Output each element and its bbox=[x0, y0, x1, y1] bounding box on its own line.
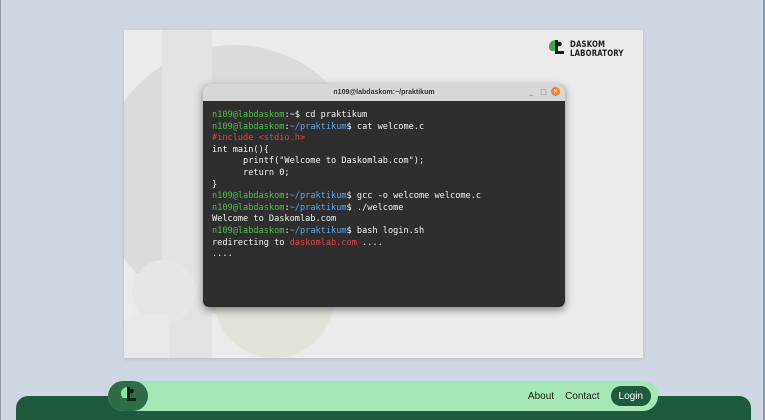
login-button[interactable]: Login bbox=[610, 386, 651, 406]
terminal-segment: n109@labdaskom bbox=[212, 110, 285, 120]
terminal-output: n109@labdaskom:~$ cd praktikum n109@labda… bbox=[203, 101, 565, 270]
terminal-segment: $ gcc -o welcome welcome.c bbox=[346, 191, 482, 202]
terminal-line: int main(){ bbox=[212, 145, 556, 157]
minimize-icon[interactable]: _ bbox=[527, 87, 536, 96]
terminal-segment: ~/praktikum bbox=[289, 225, 347, 236]
about-link[interactable]: About bbox=[528, 391, 554, 402]
terminal-titlebar: n109@labdaskom:~/praktikum _ □ × bbox=[203, 84, 565, 101]
terminal-segment: $ bash login.sh bbox=[346, 225, 425, 236]
navbar: About Contact Login bbox=[108, 381, 658, 411]
terminal-segment: ~/praktikum bbox=[289, 202, 347, 213]
terminal-segment: daskomlab.com bbox=[289, 237, 357, 248]
terminal-line: redirecting to daskomlab.com .... bbox=[212, 238, 556, 250]
terminal-segment: #include <stdio.h> bbox=[212, 133, 306, 144]
terminal-segment: .... bbox=[356, 237, 383, 248]
terminal-line: } bbox=[212, 180, 556, 192]
terminal-segment: :~$ cd praktikum bbox=[284, 110, 368, 120]
daskom-logo-icon bbox=[546, 37, 566, 62]
terminal-segment: return 0; bbox=[212, 167, 290, 178]
brand-name: DASKOM LABORATORY bbox=[569, 39, 624, 59]
terminal-segment: printf("Welcome to Daskomlab.com"); bbox=[212, 156, 425, 167]
terminal-line: printf("Welcome to Daskomlab.com"); bbox=[212, 156, 556, 168]
terminal-line: n109@labdaskom:~/praktikum$ bash login.s… bbox=[212, 226, 556, 238]
terminal-line: n109@labdaskom:~$ cd praktikum bbox=[212, 110, 556, 122]
nav-links: About Contact Login bbox=[528, 386, 651, 406]
maximize-icon[interactable]: □ bbox=[539, 87, 548, 96]
terminal-line: #include <stdio.h> bbox=[212, 133, 556, 145]
terminal-segment: int main(){ bbox=[212, 144, 269, 155]
terminal-segment: n109@labdaskom bbox=[212, 225, 285, 236]
terminal-segment: n109@labdaskom bbox=[212, 202, 285, 213]
terminal-line: .... bbox=[212, 249, 556, 261]
terminal-segment: .... bbox=[212, 249, 233, 260]
terminal-segment: redirecting to bbox=[212, 237, 290, 248]
close-icon[interactable]: × bbox=[551, 87, 560, 96]
terminal-segment: Welcome to Daskomlab.com bbox=[212, 214, 337, 225]
terminal-line: Welcome to Daskomlab.com bbox=[212, 214, 556, 226]
brand-logo: DASKOM LABORATORY bbox=[546, 37, 635, 62]
contact-link[interactable]: Contact bbox=[565, 391, 599, 402]
terminal-segment: n109@labdaskom bbox=[212, 121, 285, 132]
terminal-title: n109@labdaskom:~/praktikum bbox=[333, 89, 435, 96]
nav-logo-button[interactable] bbox=[108, 381, 148, 411]
terminal-segment: $ ./welcome bbox=[346, 202, 404, 213]
terminal-segment: ~/praktikum bbox=[289, 121, 347, 132]
terminal-segment: ~/praktikum bbox=[289, 191, 347, 202]
window-controls: _ □ × bbox=[527, 87, 560, 96]
terminal-segment: n109@labdaskom bbox=[212, 191, 285, 202]
terminal-line: n109@labdaskom:~/praktikum$ cat welcome.… bbox=[212, 122, 556, 134]
terminal-segment: } bbox=[212, 179, 218, 190]
hero-card: DASKOM LABORATORY n109@labdaskom:~/prakt… bbox=[124, 30, 643, 358]
terminal-line: n109@labdaskom:~/praktikum$ ./welcome bbox=[212, 203, 556, 215]
terminal-line: n109@labdaskom:~/praktikum$ gcc -o welco… bbox=[212, 191, 556, 203]
terminal-segment: $ cat welcome.c bbox=[346, 121, 425, 132]
daskom-logo-icon bbox=[118, 384, 138, 409]
terminal-window: n109@labdaskom:~/praktikum _ □ × n109@la… bbox=[203, 84, 565, 307]
terminal-line: return 0; bbox=[212, 168, 556, 180]
